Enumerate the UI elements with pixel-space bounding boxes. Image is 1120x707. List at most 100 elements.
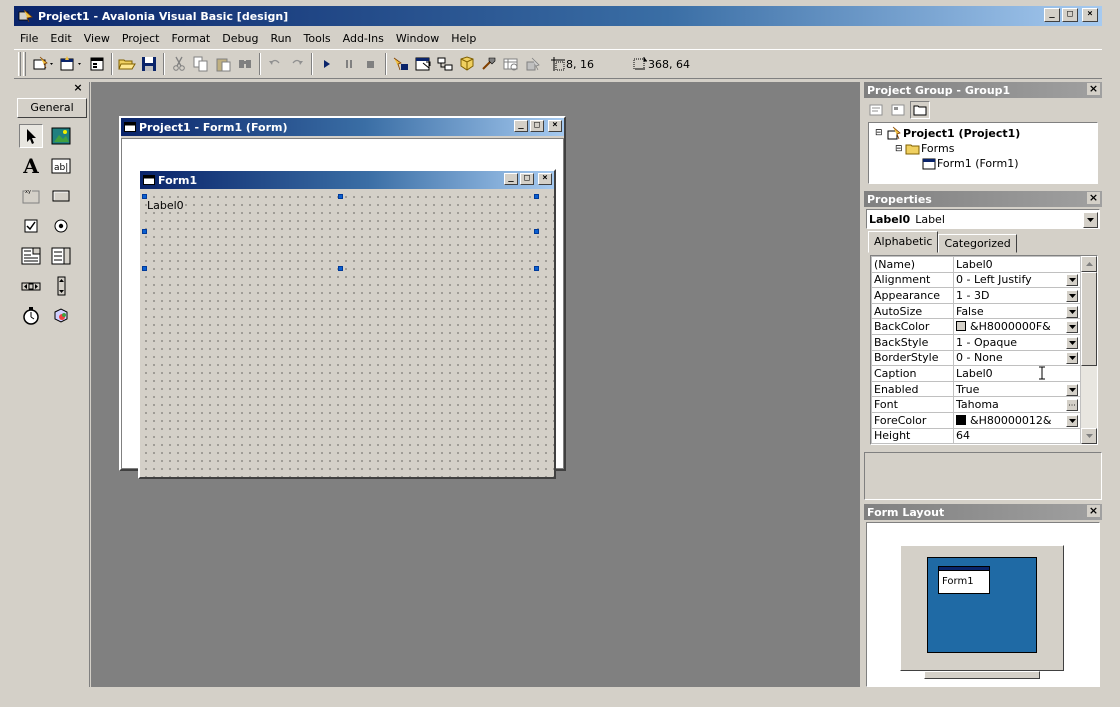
chevron-down-icon[interactable] [1066, 289, 1078, 302]
property-row[interactable]: Appearance 1 - 3D [871, 287, 1081, 304]
form1-layout-preview[interactable]: Form1 [938, 566, 990, 594]
scroll-down-icon[interactable] [1081, 428, 1097, 444]
chevron-down-icon[interactable] [1066, 414, 1078, 427]
selection-handle-n[interactable] [338, 194, 343, 199]
tree-node-project1[interactable]: ⊟ Project1 (Project1) [875, 126, 1020, 140]
designer-maximize-button[interactable]: □ [530, 120, 544, 132]
project-explorer-title-bar[interactable]: Project Group - Group1 × [864, 82, 1102, 98]
property-value[interactable]: 0 - None [953, 349, 1081, 367]
property-value[interactable]: &H8000000F& [953, 318, 1081, 335]
selection-handle-se[interactable] [534, 266, 539, 271]
break-icon[interactable] [338, 53, 360, 75]
tab-categorized[interactable]: Categorized [938, 234, 1017, 253]
view-code-icon[interactable] [866, 101, 886, 119]
toolbar-grip-2[interactable] [23, 52, 26, 76]
menu-window[interactable]: Window [390, 32, 445, 45]
chevron-down-icon[interactable] [1066, 383, 1078, 396]
property-row[interactable]: BackStyle 1 - Opaque [871, 333, 1081, 351]
property-value[interactable]: ··· Tahoma [953, 396, 1081, 413]
toolbox-icon[interactable] [478, 53, 500, 75]
copy-icon[interactable] [190, 53, 212, 75]
start-icon[interactable] [316, 53, 338, 75]
property-row[interactable]: ForeColor &H80000012& [871, 411, 1081, 429]
menu-project[interactable]: Project [116, 32, 166, 45]
form-designer-title-bar[interactable]: Project1 - Form1 (Form) _ □ × [121, 118, 564, 136]
property-row[interactable]: Enabled True [871, 380, 1081, 398]
save-project-icon[interactable] [138, 53, 160, 75]
form1-close-button[interactable]: × [538, 173, 552, 185]
pointer-tool[interactable] [19, 124, 43, 148]
tree-expander[interactable]: ⊟ [895, 144, 905, 154]
close-button[interactable]: × [1082, 8, 1098, 22]
property-value[interactable]: True [953, 380, 1081, 398]
picturebox-tool[interactable] [49, 124, 73, 148]
data-view-icon[interactable] [500, 53, 522, 75]
vscrollbar-tool[interactable] [49, 274, 73, 298]
chevron-down-icon[interactable] [1066, 321, 1078, 334]
window-title-bar[interactable]: Project1 - Avalonia Visual Basic [design… [14, 6, 1102, 26]
property-value[interactable]: False [953, 302, 1081, 320]
properties-close-button[interactable]: × [1087, 192, 1100, 204]
property-value[interactable]: Label0 [953, 256, 1081, 273]
drivelistbox-tool[interactable] [49, 304, 73, 328]
find-icon[interactable] [234, 53, 256, 75]
property-row[interactable]: Alignment 0 - Left Justify [871, 271, 1081, 289]
chevron-down-icon[interactable] [1066, 305, 1078, 318]
form1-title-bar[interactable]: Form1 _ □ × [140, 171, 554, 189]
redo-icon[interactable] [286, 53, 308, 75]
commandbutton-tool[interactable] [49, 184, 73, 208]
menu-help[interactable]: Help [445, 32, 482, 45]
scroll-thumb[interactable] [1081, 272, 1097, 366]
selection-handle-ne[interactable] [534, 194, 539, 199]
property-value[interactable]: 0 - Left Justify [953, 271, 1081, 289]
add-form-icon[interactable] [58, 53, 86, 75]
paste-icon[interactable] [212, 53, 234, 75]
chevron-down-icon[interactable] [1066, 352, 1078, 365]
undo-icon[interactable] [264, 53, 286, 75]
property-row[interactable]: Font ··· Tahoma [871, 396, 1081, 413]
menu-editor-icon[interactable] [86, 53, 108, 75]
project-explorer-close-button[interactable]: × [1087, 83, 1100, 95]
combobox-tool[interactable] [19, 244, 43, 268]
properties-window-icon[interactable] [412, 53, 434, 75]
chevron-down-icon[interactable] [1066, 336, 1078, 349]
object-browser-icon[interactable] [456, 53, 478, 75]
menu-format[interactable]: Format [165, 32, 216, 45]
optionbutton-tool[interactable] [49, 214, 73, 238]
tree-node-form1[interactable]: Form1 (Form1) [921, 157, 1019, 170]
property-grid-scrollbar[interactable] [1081, 256, 1097, 444]
tab-alphabetic[interactable]: Alphabetic [868, 231, 939, 253]
tree-expander[interactable]: ⊟ [875, 128, 885, 138]
open-project-icon[interactable] [116, 53, 138, 75]
toolbox-tab-general[interactable]: General [17, 98, 87, 118]
designer-minimize-button[interactable]: _ [514, 120, 528, 132]
scroll-up-icon[interactable] [1081, 256, 1097, 272]
property-row[interactable]: BorderStyle 0 - None [871, 349, 1081, 367]
frame-tool[interactable]: xy [19, 184, 43, 208]
property-row[interactable]: AutoSize False [871, 302, 1081, 320]
form1-minimize-button[interactable]: _ [504, 173, 518, 185]
menu-debug[interactable]: Debug [216, 32, 264, 45]
hscrollbar-tool[interactable] [19, 274, 43, 298]
view-object-icon[interactable] [888, 101, 908, 119]
form1-maximize-button[interactable]: □ [520, 173, 534, 185]
tree-node-forms[interactable]: ⊟ Forms [895, 142, 954, 155]
label-tool[interactable]: A [19, 154, 43, 178]
toolbox-close-button[interactable]: × [71, 82, 85, 94]
property-row[interactable]: Height 64 [871, 427, 1081, 444]
checkbox-tool[interactable] [19, 214, 43, 238]
selection-handle-w[interactable] [142, 229, 147, 234]
visual-component-manager-icon[interactable] [522, 53, 544, 75]
property-value[interactable]: 64 [953, 427, 1081, 444]
menu-file[interactable]: File [14, 32, 44, 45]
property-row[interactable]: (Name) Label0 [871, 256, 1081, 273]
textbox-tool[interactable]: ab| [49, 154, 73, 178]
menu-add-ins[interactable]: Add-Ins [337, 32, 390, 45]
menu-tools[interactable]: Tools [298, 32, 337, 45]
property-value[interactable]: Label0 [953, 365, 1081, 382]
listbox-tool[interactable] [49, 244, 73, 268]
toolbar-grip[interactable] [18, 52, 21, 76]
selection-handle-sw[interactable] [142, 266, 147, 271]
minimize-button[interactable]: _ [1044, 8, 1060, 22]
designer-close-button[interactable]: × [548, 120, 562, 132]
